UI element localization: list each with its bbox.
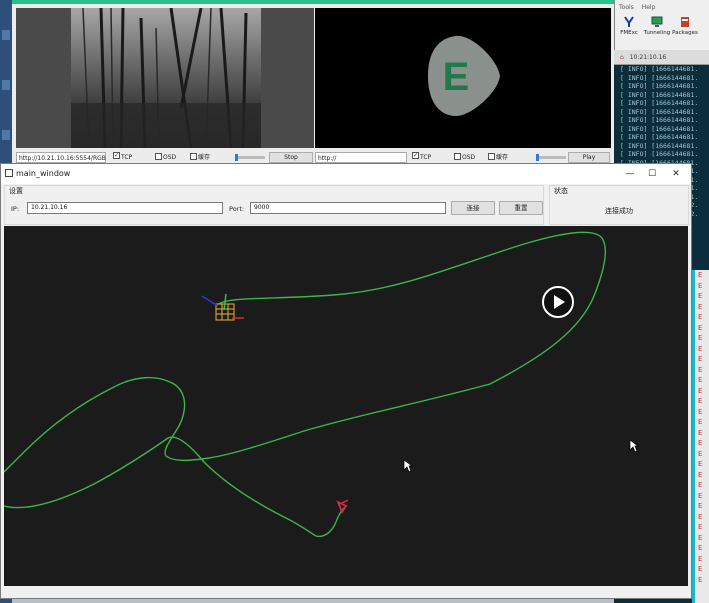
ip-input[interactable]: 10.21.10.16 <box>27 202 223 214</box>
close-button[interactable]: ✕ <box>665 164 687 184</box>
cache-checkbox-right[interactable]: 缓存 <box>488 152 508 163</box>
cache-checkbox-left[interactable]: 缓存 <box>190 152 210 163</box>
log-line: [ INFO] [1666144681. <box>620 65 699 73</box>
app-icon <box>5 169 13 177</box>
terminal-side-panel: EEEEEEEEEEEEEEEEEEEEEEEEEEEEEE <box>692 270 709 603</box>
ip-label: IP: <box>11 205 20 213</box>
status-group-title: 状态 <box>554 186 568 196</box>
taskbar-icon[interactable] <box>2 80 10 90</box>
forest-video-frame <box>71 8 261 148</box>
video-player-window: E http://10.21.10.16:5554/RGB TCP OSD 缓存… <box>12 0 614 163</box>
stream-url-input-left[interactable]: http://10.21.10.16:5554/RGB <box>16 152 106 163</box>
e-logo-icon: E <box>428 35 500 116</box>
reset-button[interactable]: 重置 <box>499 201 543 215</box>
play-icon[interactable] <box>541 285 575 319</box>
log-line: [ INFO] [1666144681. <box>620 116 699 124</box>
main-window: main_window — ☐ ✕ 设置 IP: 10.21.10.16 Por… <box>0 163 692 599</box>
log-line: [ INFO] [1666144681. <box>620 73 699 82</box>
settings-group: 设置 IP: 10.21.10.16 Port: 9000 连接 重置 <box>4 185 544 225</box>
tcp-checkbox-left[interactable]: TCP <box>113 152 132 163</box>
monitor-icon <box>651 16 663 27</box>
volume-slider-left[interactable] <box>235 154 265 161</box>
home-icon[interactable]: ⌂ <box>620 54 624 61</box>
svg-text:E: E <box>443 55 470 99</box>
osd-checkbox-left[interactable]: OSD <box>155 152 176 163</box>
status-group: 状态 连接成功 <box>549 185 689 225</box>
log-line: [ INFO] [1666144681. <box>620 82 699 90</box>
trajectory-view <box>3 231 606 538</box>
osd-checkbox-right[interactable]: OSD <box>454 152 475 163</box>
robot-marker-start <box>201 293 244 321</box>
window-title: main_window <box>16 169 71 178</box>
volume-slider-right[interactable] <box>536 154 566 161</box>
mouse-cursor-icon <box>629 439 639 453</box>
video-pane-right: E <box>315 8 611 148</box>
ros-menu-bar: Tools Help <box>619 4 661 11</box>
log-line: [ INFO] [1666144681. <box>620 141 699 150</box>
log-line: [ INFO] [1666144681. <box>620 107 699 116</box>
log-line: [ INFO] [1666144681. <box>620 150 699 158</box>
video-pane-left <box>16 8 314 148</box>
settings-group-title: 设置 <box>9 186 23 196</box>
ros-time-bar: ⌂ 10:21:10.16 <box>614 50 709 65</box>
robot-marker-current <box>336 499 349 514</box>
port-label: Port: <box>229 205 245 213</box>
play-button-small[interactable]: Play <box>568 152 610 163</box>
tool-packages[interactable]: Packages <box>671 16 699 36</box>
menu-tools[interactable]: Tools <box>619 4 634 11</box>
taskbar-icon[interactable] <box>2 130 10 140</box>
fork-icon <box>624 16 634 27</box>
tool-fmexc[interactable]: FMExc <box>615 16 643 36</box>
mouse-cursor-icon <box>403 459 413 473</box>
log-line: [ INFO] [1666144681. <box>620 99 699 107</box>
package-icon <box>681 17 689 27</box>
log-line: [ INFO] [1666144681. <box>620 124 699 133</box>
maximize-button[interactable]: ☐ <box>641 164 663 184</box>
log-line: [ INFO] [1666144681. <box>620 90 699 99</box>
log-line: [ INFO] [1666144681. <box>620 133 699 141</box>
map-canvas[interactable] <box>3 226 688 586</box>
robot-path <box>3 231 606 538</box>
taskbar-icon[interactable] <box>2 30 10 40</box>
minimize-button[interactable]: — <box>619 164 641 184</box>
tcp-checkbox-right[interactable]: TCP <box>412 152 431 163</box>
connection-status: 连接成功 <box>605 207 633 215</box>
connect-button[interactable]: 连接 <box>451 201 495 215</box>
menu-help[interactable]: Help <box>642 4 656 11</box>
ros-time: 10:21:10.16 <box>629 54 667 61</box>
stop-button[interactable]: Stop <box>269 152 313 163</box>
title-bar[interactable]: main_window — ☐ ✕ <box>1 164 691 184</box>
stream-url-input-right[interactable]: http:// <box>315 152 407 163</box>
ros-toolbar: Tools Help FMExc Tunneling Packages <box>614 0 709 50</box>
port-input[interactable]: 9000 <box>250 202 446 214</box>
tool-tunneling[interactable]: Tunneling <box>643 16 671 36</box>
